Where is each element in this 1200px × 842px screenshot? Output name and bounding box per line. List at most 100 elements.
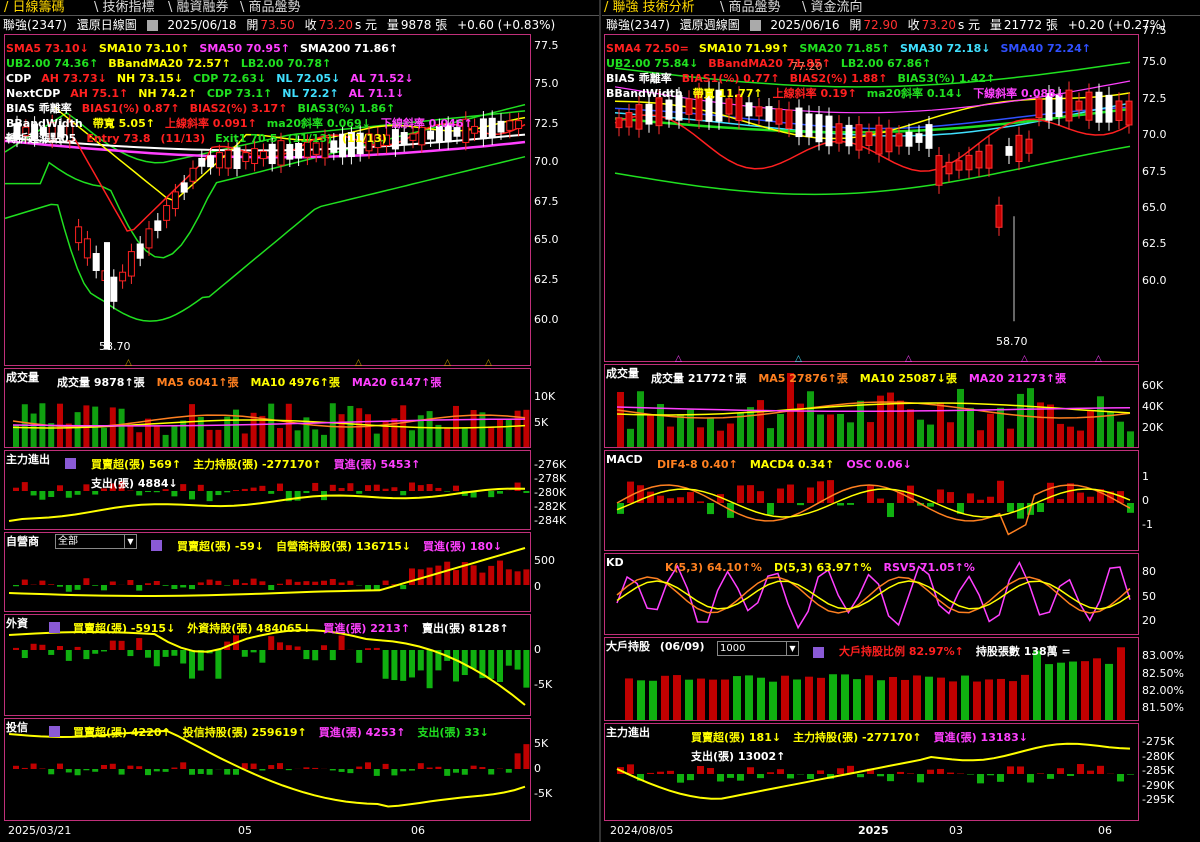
- flow-bar: [268, 491, 275, 494]
- settings-icon[interactable]: [49, 622, 60, 633]
- flow-bar: [285, 579, 292, 585]
- volume-bar: [737, 413, 744, 447]
- flow-bar: [30, 643, 37, 650]
- flow-bar: [409, 769, 415, 771]
- volume-bar: [409, 430, 415, 447]
- y-tick-label: 72.5: [1142, 92, 1167, 105]
- holder-bar: [1069, 661, 1077, 720]
- flow-bar: [409, 650, 415, 678]
- flow-bar: [268, 585, 275, 591]
- settings-icon[interactable]: [151, 540, 162, 551]
- right-holders-y-axis: 83.00% 82.50% 82.00% 81.50%: [1142, 649, 1184, 714]
- tab-tech-analysis[interactable]: / 聯強 技術分析: [604, 0, 695, 16]
- flow-bar: [727, 774, 734, 778]
- dealer-select[interactable]: 全部 ▼: [55, 534, 137, 549]
- flow-bar: [1077, 492, 1084, 503]
- volume-bar: [987, 413, 994, 447]
- view-button[interactable]: 還原日線圖: [77, 18, 137, 32]
- candle-body: [104, 242, 110, 350]
- flow-bar: [180, 585, 187, 588]
- right-macd-panel[interactable]: MACD DIF4-8 0.40↑ MACD4 0.34↑ OSC 0.06↓: [604, 450, 1139, 551]
- flow-bar: [57, 585, 63, 587]
- flow-bar: [523, 491, 530, 493]
- candle-body: [915, 133, 923, 143]
- panel-title: 主力進出: [606, 726, 650, 739]
- volume-bar: [757, 400, 764, 447]
- left-price-panel[interactable]: △ △ △ △ SMA5 73.10↓ SMA10 73.10↑ SMA50 70.95↑…: [4, 34, 531, 368]
- volume-bar: [947, 422, 954, 447]
- volume-bar: [180, 420, 187, 447]
- candle-body: [127, 251, 135, 277]
- legend-item: OSC 0.06↓: [846, 458, 912, 471]
- candle-body: [755, 106, 763, 117]
- volume-bar: [118, 408, 125, 447]
- left-volume-panel[interactable]: 成交量 成交量 9878↑張 MA5 6041↑張 MA10 4976↑張 MA20 …: [4, 368, 531, 448]
- flow-bar: [837, 768, 844, 774]
- left-mainforce-panel[interactable]: 主力進出 買賣超(張) 569↑ 主力持股(張) -277170↑ 買進(張) 54…: [4, 450, 531, 530]
- flow-bar: [329, 769, 336, 771]
- volume-bar: [767, 428, 774, 447]
- holders-threshold-select[interactable]: 1000 ▼: [717, 641, 799, 656]
- flow-bar: [1087, 770, 1094, 774]
- tab-daily-chips[interactable]: / 日線籌碼: [4, 0, 65, 16]
- right-volume-panel[interactable]: 成交量 成交量 21772↑張 MA5 27876↑張 MA10 25087↓張 MA…: [604, 364, 1139, 448]
- volume-bar: [444, 427, 451, 447]
- tab-money-flow[interactable]: \ 資金流向: [802, 0, 863, 16]
- tab-market[interactable]: \ 商品盤勢: [240, 0, 301, 16]
- flow-bar: [303, 767, 310, 769]
- dropdown-icon[interactable]: [749, 20, 761, 31]
- flow-bar: [145, 583, 151, 585]
- view-button[interactable]: 還原週線圖: [680, 18, 740, 32]
- tab-tech-indicators[interactable]: \ 技術指標: [94, 0, 155, 16]
- flow-bar: [171, 650, 178, 656]
- holder-bar: [901, 679, 909, 720]
- flow-bar: [224, 585, 231, 586]
- legend-item: 買賣超(張) -5915↓: [73, 622, 176, 635]
- flow-bar: [145, 769, 151, 776]
- flow-bar: [39, 644, 46, 650]
- right-price-panel[interactable]: △ △ △ △ △ SMA4 72.50= SMA10 71.99↑ SMA20 71.85…: [604, 34, 1139, 364]
- candle-body: [1075, 100, 1083, 111]
- flow-bar: [488, 565, 495, 585]
- flow-bar: [647, 772, 654, 774]
- tab-market[interactable]: \ 商品盤勢: [720, 0, 781, 16]
- flow-bar: [277, 583, 283, 585]
- flow-bar: [867, 485, 874, 503]
- marker-text: △: [795, 354, 802, 364]
- flow-bar: [224, 769, 231, 775]
- flow-bar: [241, 583, 248, 585]
- settings-icon[interactable]: [813, 647, 824, 658]
- settings-icon[interactable]: [49, 726, 60, 737]
- left-foreign-panel[interactable]: 外資 買賣超(張) -5915↓ 外資持股(張) 484065↓ 買進(張) 221…: [4, 614, 531, 716]
- volume-bar: [30, 413, 37, 447]
- y-tick-label: -280K: [1142, 750, 1175, 763]
- dropdown-icon[interactable]: [146, 20, 158, 31]
- window-divider[interactable]: [599, 0, 601, 842]
- candle-body: [286, 144, 294, 160]
- legend-item: MA20 21273↑張: [968, 372, 1066, 385]
- holder-bar: [745, 675, 753, 720]
- holder-bar: [877, 680, 885, 720]
- flow-bar: [65, 769, 72, 773]
- flow-bar: [717, 774, 724, 782]
- left-dealer-panel[interactable]: 自營商 全部 ▼ 買賣超(張) -59↓ 自營商持股(張) 136715↓ 買進(張)…: [4, 532, 531, 612]
- flow-bar: [1077, 764, 1084, 774]
- right-mainforce-panel[interactable]: 主力進出 買賣超(張) 181↓ 主力持股(張) -277170↑ 買進(張) 13…: [604, 723, 1139, 821]
- flow-bar: [57, 485, 63, 491]
- settings-icon[interactable]: [65, 458, 76, 469]
- holder-bar: [961, 675, 969, 720]
- flow-bar: [409, 568, 415, 585]
- volume-bar: [1057, 423, 1064, 447]
- left-trust-panel[interactable]: 投信 買賣超(張) 4220↑ 投信持股(張) 259619↑ 買進(張) 4253…: [4, 718, 531, 821]
- flow-bar: [514, 753, 521, 769]
- flow-bar: [189, 650, 195, 679]
- flow-bar: [697, 766, 704, 774]
- right-kd-panel[interactable]: KD K(5,3) 64.10↑% D(5,3) 63.97↑% RSV5 71.0…: [604, 553, 1139, 635]
- volume-bar: [1107, 412, 1114, 447]
- tab-margin[interactable]: \ 融資融券: [168, 0, 229, 16]
- flow-bar: [1057, 499, 1064, 503]
- flow-bar: [48, 650, 55, 655]
- right-holders-legend: 大戶持股比例 82.97%↑ 持股張數 138萬 =: [839, 640, 1083, 659]
- right-holders-panel[interactable]: 大戶持股 (06/09) 1000 ▼ 大戶持股比例 82.97%↑ 持股張數 13…: [604, 637, 1139, 721]
- y-tick-label: 77.5: [534, 39, 559, 52]
